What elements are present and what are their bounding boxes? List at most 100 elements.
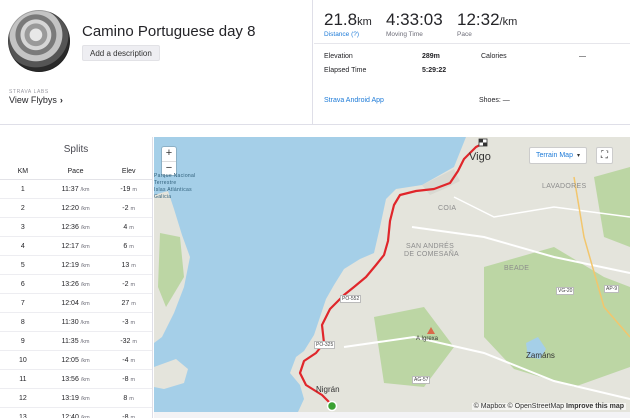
table-row[interactable]: 5 12:19 /km 13 m [0, 256, 152, 275]
table-row[interactable]: 11 13:56 /km -8 m [0, 370, 152, 389]
split-km: 2 [20, 205, 25, 212]
table-row[interactable]: 9 11:35 /km -32 m [0, 332, 152, 351]
activity-summary: Camino Portuguese day 8 Add a descriptio… [0, 0, 313, 125]
road-label: AP-9 [604, 285, 620, 293]
split-km: 5 [20, 262, 25, 269]
split-elev-unit: m [130, 358, 136, 364]
split-pace: 12:04 /km [46, 294, 106, 312]
split-elev: -2 m [105, 275, 152, 293]
terrain-map-dropdown[interactable]: Terrain Map ▾ [529, 147, 587, 164]
split-pace-unit: /km [80, 282, 90, 288]
split-elev-unit: m [129, 225, 134, 231]
place-parque-nacional: Parque Nacional [154, 173, 196, 179]
split-elev: 8 m [105, 389, 152, 407]
split-pace-unit: /km [80, 225, 90, 231]
map-island-small [154, 359, 188, 389]
place-san-andres: SAN ANDRÉS [406, 243, 455, 250]
table-row[interactable]: 8 11:30 /km -3 m [0, 313, 152, 332]
shoes-label: Shoes: — [479, 97, 510, 104]
split-elev: 27 m [105, 294, 152, 312]
place-coia: COIA [438, 205, 457, 212]
split-pace-unit: /km [80, 358, 90, 364]
split-pace: 12:20 /km [46, 199, 106, 217]
table-row[interactable]: 10 12:05 /km -4 m [0, 351, 152, 370]
split-elev: -3 m [105, 313, 152, 331]
split-pace-unit: /km [80, 377, 90, 383]
table-row[interactable]: 4 12:17 /km 6 m [0, 237, 152, 256]
split-km: 11 [19, 376, 27, 383]
improve-map-link[interactable]: Improve this map [566, 403, 624, 410]
split-pace-value: 11:37 [61, 186, 79, 193]
distance-stat: 21.8km Distance (?) [324, 10, 372, 38]
split-elev-value: -8 [122, 414, 129, 418]
column-header-km: KM [17, 168, 29, 175]
pace-unit: /km [499, 16, 518, 28]
split-elev-unit: m [129, 244, 134, 250]
activity-header: Camino Portuguese day 8 Add a descriptio… [0, 0, 630, 125]
calories-value: — [579, 53, 586, 60]
zoom-in-button[interactable]: + [162, 147, 176, 161]
distance-help-link[interactable]: Distance (?) [324, 31, 372, 38]
column-header-elev: Elev [121, 168, 136, 175]
moving-time-stat: 4:33:03 Moving Time [386, 10, 443, 38]
map-resize-handle[interactable] [154, 412, 630, 418]
split-elev: 4 m [105, 218, 152, 236]
column-header-pace: Pace [67, 168, 84, 175]
activity-title[interactable]: Camino Portuguese day 8 [82, 23, 255, 40]
place-islas: Islas Atlánticas [154, 187, 192, 193]
split-elev-unit: m [132, 187, 137, 193]
split-pace: 12:05 /km [46, 351, 106, 369]
split-elev-value: 6 [123, 243, 128, 250]
road-label: PO-552 [340, 295, 362, 303]
attribution-text[interactable]: © Mapbox © OpenStreetMap [474, 403, 564, 410]
split-elev: 13 m [105, 256, 152, 274]
fullscreen-icon[interactable]: ⛶ [596, 147, 613, 164]
split-elev-unit: m [130, 377, 136, 383]
table-row[interactable]: 3 12:36 /km 4 m [0, 218, 152, 237]
split-pace-value: 13:56 [61, 376, 79, 383]
split-elev-value: -4 [122, 357, 129, 364]
add-description-button[interactable]: Add a description [82, 45, 160, 61]
map-attribution[interactable]: © Mapbox © OpenStreetMap Improve this ma… [471, 403, 626, 410]
split-elev: -8 m [105, 408, 152, 418]
moving-time-label: Moving Time [386, 31, 423, 38]
split-elev: -2 m [105, 199, 152, 217]
table-row[interactable]: 7 12:04 /km 27 m [0, 294, 152, 313]
route-map[interactable]: + − Terrain Map ▾ ⛶ Vigo Nigrán Zamáns A … [154, 137, 630, 412]
split-km: 8 [20, 319, 25, 326]
split-km: 1 [20, 186, 25, 193]
table-row[interactable]: 12 13:19 /km 8 m [0, 389, 152, 408]
device-link[interactable]: Strava Android App [324, 97, 384, 104]
road-label: AG-57 [412, 376, 431, 384]
chevron-right-icon: › [59, 95, 63, 105]
split-pace-value: 12:20 [61, 205, 79, 212]
table-row[interactable]: 13 12:40 /km -8 m [0, 408, 152, 418]
place-a-igrexa: A Igrexa [416, 336, 439, 342]
split-km: 13 [18, 414, 27, 418]
split-pace: 13:26 /km [46, 275, 106, 293]
divider [314, 43, 630, 44]
athlete-avatar[interactable] [8, 10, 70, 72]
split-km: 4 [20, 243, 25, 250]
split-km: 12 [18, 395, 27, 402]
split-pace-unit: /km [80, 206, 90, 212]
route-start-marker[interactable] [326, 400, 338, 412]
split-pace-unit: /km [80, 187, 90, 193]
view-flybys-link[interactable]: View Flybys › [9, 95, 63, 105]
split-elev: -32 m [105, 332, 152, 350]
split-pace: 13:56 /km [46, 370, 106, 388]
split-pace: 11:30 /km [46, 313, 106, 331]
table-row[interactable]: 2 12:20 /km -2 m [0, 199, 152, 218]
split-km: 7 [20, 300, 25, 307]
pace-label: Pace [457, 31, 472, 38]
split-pace: 11:35 /km [46, 332, 106, 350]
table-row[interactable]: 6 13:26 /km -2 m [0, 275, 152, 294]
split-pace-value: 12:04 [61, 300, 79, 307]
split-elev-unit: m [132, 339, 137, 345]
split-elev: 6 m [105, 237, 152, 255]
map-canvas [154, 137, 630, 412]
split-elev-value: 8 [123, 395, 128, 402]
split-pace-value: 11:35 [61, 338, 79, 345]
table-row[interactable]: 1 11:37 /km -19 m [0, 180, 152, 199]
pace-value: 12:32 [457, 10, 500, 29]
